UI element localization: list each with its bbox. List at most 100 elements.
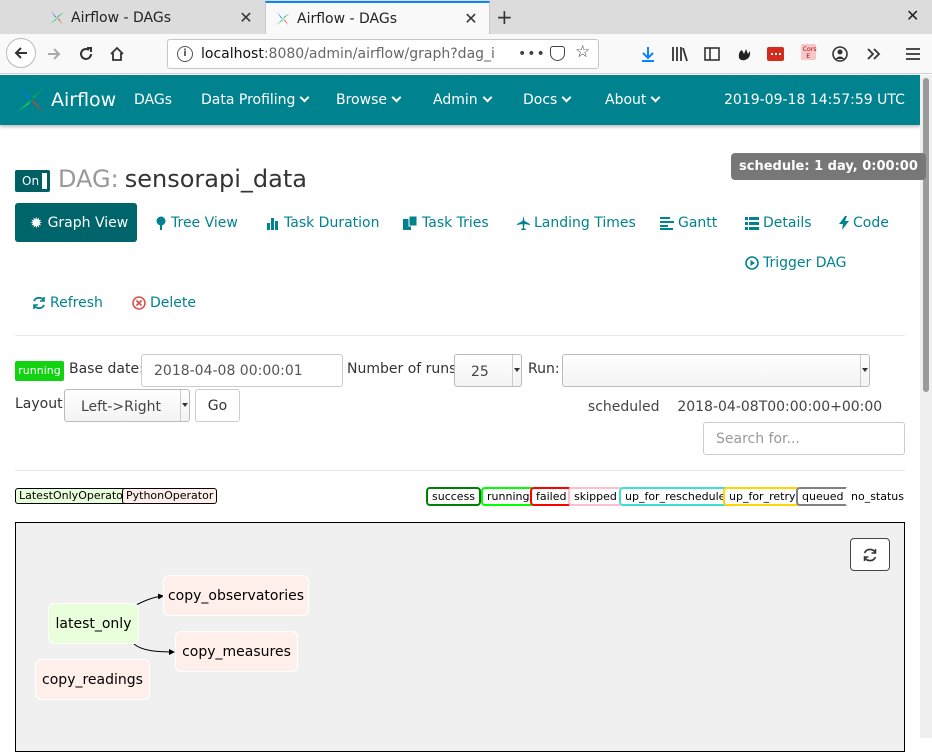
asterisk-icon: ✹ xyxy=(30,213,43,232)
run-label: Run: xyxy=(528,361,560,377)
edge-latest-only-to-copy-measures xyxy=(133,643,175,655)
delete-label: Delete xyxy=(150,295,196,311)
dag-toggle-switch[interactable]: On xyxy=(15,170,50,192)
delete-link[interactable]: Delete xyxy=(132,295,196,311)
task-duration-link[interactable]: Task Duration xyxy=(267,215,379,231)
dropdown-arrow-icon xyxy=(860,355,869,386)
download-icon[interactable] xyxy=(640,46,656,62)
arrow-left-icon xyxy=(14,47,27,59)
site-info-icon[interactable]: i xyxy=(177,46,193,62)
graph-edges xyxy=(133,593,175,655)
account-icon[interactable] xyxy=(832,46,848,62)
divider xyxy=(15,335,905,336)
tree-view-link[interactable]: Tree View xyxy=(155,215,238,231)
task-node-copy-measures[interactable]: copy_measures xyxy=(175,631,298,672)
legend-latestonlyoperator: LatestOnlyOperator xyxy=(15,488,132,504)
browser-tab-bar: Airflow - DAGs ✕ Airflow - DAGs ✕ + ✕ xyxy=(0,0,932,34)
go-button[interactable]: Go xyxy=(195,389,240,422)
num-runs-select[interactable]: 25 xyxy=(454,354,522,387)
page-actions-icon[interactable]: ••• xyxy=(518,46,546,62)
browser-tab-1[interactable]: Airflow - DAGs ✕ xyxy=(40,1,264,34)
landing-times-link[interactable]: Landing Times xyxy=(517,215,636,231)
airflow-favicon-icon xyxy=(276,11,290,26)
trigger-dag-label: Trigger DAG xyxy=(763,255,847,271)
legend-state-running[interactable]: running xyxy=(481,487,536,506)
legend-state-up-for-retry[interactable]: up_for_retry xyxy=(723,487,802,506)
graph-refresh-button[interactable] xyxy=(850,538,890,571)
svg-text:Cors: Cors xyxy=(803,46,817,53)
close-tab-icon[interactable]: ✕ xyxy=(461,9,481,28)
overflow-chevron-icon[interactable] xyxy=(865,46,881,62)
base-date-input[interactable]: 2018-04-08 00:00:01 xyxy=(141,354,343,387)
task-node-latest-only[interactable]: latest_only xyxy=(48,603,139,644)
nav-admin[interactable]: Admin xyxy=(433,92,493,108)
server-clock: 2019-09-18 14:57:59 UTC xyxy=(724,92,905,108)
extension-hand-icon[interactable] xyxy=(736,46,752,62)
nav-browse[interactable]: Browse xyxy=(336,92,402,108)
reload-button[interactable] xyxy=(72,40,100,68)
close-tab-icon[interactable]: ✕ xyxy=(236,8,256,27)
airflow-brand[interactable]: Airflow xyxy=(15,84,116,116)
brand-name: Airflow xyxy=(51,89,117,111)
trigger-dag-link[interactable]: Trigger DAG xyxy=(745,255,846,271)
layout-value: Left->Right xyxy=(81,399,161,415)
legend-state-failed[interactable]: failed xyxy=(530,487,573,506)
legend-state-queued[interactable]: queued xyxy=(796,487,850,506)
home-icon xyxy=(110,46,124,61)
graph-view-button[interactable]: ✹ Graph View xyxy=(15,203,137,242)
code-link[interactable]: Code xyxy=(839,215,889,231)
airflow-favicon-icon xyxy=(50,10,64,25)
task-node-copy-readings[interactable]: copy_readings xyxy=(35,659,150,700)
close-window-button[interactable]: ✕ xyxy=(906,6,919,25)
address-bar[interactable]: i localhost :8080/admin/airflow/graph?da… xyxy=(167,39,599,69)
sidebar-icon[interactable] xyxy=(704,46,720,62)
chevron-down-icon xyxy=(561,92,572,103)
back-button[interactable] xyxy=(6,38,36,68)
edge-latest-only-to-copy-observatories xyxy=(133,593,164,607)
nav-docs-label: Docs xyxy=(523,92,558,108)
legend-state-no-status[interactable]: no_status xyxy=(845,487,911,506)
bar-chart-icon xyxy=(267,218,278,230)
nav-data-profiling-label: Data Profiling xyxy=(201,92,296,108)
hamburger-menu-icon[interactable] xyxy=(905,46,921,62)
task-node-copy-observatories[interactable]: copy_observatories xyxy=(163,575,309,616)
pocket-icon[interactable] xyxy=(550,46,565,61)
legend-pythonoperator: PythonOperator xyxy=(122,488,218,504)
play-circle-icon xyxy=(745,256,759,270)
legend-state-up-for-reschedule[interactable]: up_for_reschedule xyxy=(619,487,732,506)
landing-times-label: Landing Times xyxy=(534,215,636,231)
browser-tab-2[interactable]: Airflow - DAGs ✕ xyxy=(265,1,490,34)
refresh-link[interactable]: Refresh xyxy=(32,295,103,311)
dag-state-badge: running xyxy=(15,361,64,381)
nav-dags[interactable]: DAGs xyxy=(134,92,172,108)
dag-graph-canvas[interactable] xyxy=(15,522,905,752)
legend-state-success[interactable]: success xyxy=(426,487,482,506)
nav-browse-label: Browse xyxy=(336,92,387,108)
bookmark-star-icon[interactable]: ☆ xyxy=(575,42,590,62)
browser-tab-title: Airflow - DAGs xyxy=(71,9,172,26)
details-link[interactable]: Details xyxy=(745,215,812,231)
code-label: Code xyxy=(853,215,889,231)
home-button[interactable] xyxy=(103,40,131,68)
list-icon xyxy=(745,216,759,230)
library-icon[interactable] xyxy=(671,46,689,62)
new-tab-button[interactable]: + xyxy=(496,5,513,29)
nav-docs[interactable]: Docs xyxy=(523,92,572,108)
num-runs-value: 25 xyxy=(471,364,489,380)
nav-about[interactable]: About xyxy=(605,92,661,108)
cors-extension-icon[interactable]: CorsE xyxy=(800,44,817,60)
task-tries-label: Task Tries xyxy=(422,215,489,231)
scrollbar-thumb[interactable] xyxy=(923,78,929,392)
extension-red-icon[interactable] xyxy=(767,46,784,62)
refresh-icon xyxy=(863,548,877,561)
dag-name: sensorapi_data xyxy=(124,165,307,193)
task-tries-link[interactable]: Task Tries xyxy=(403,215,489,231)
nav-data-profiling[interactable]: Data Profiling xyxy=(201,92,310,108)
gantt-link[interactable]: Gantt xyxy=(660,215,717,231)
forward-button[interactable] xyxy=(40,40,68,68)
layout-select[interactable]: Left->Right xyxy=(64,389,190,422)
legend-state-skipped[interactable]: skipped xyxy=(568,487,623,506)
search-input[interactable]: Search for... xyxy=(703,422,905,455)
run-select[interactable]: scheduled 2018-04-08T00:00:00+00:00 xyxy=(562,354,882,415)
schedule-badge: schedule: 1 day, 0:00:00 xyxy=(731,153,926,180)
